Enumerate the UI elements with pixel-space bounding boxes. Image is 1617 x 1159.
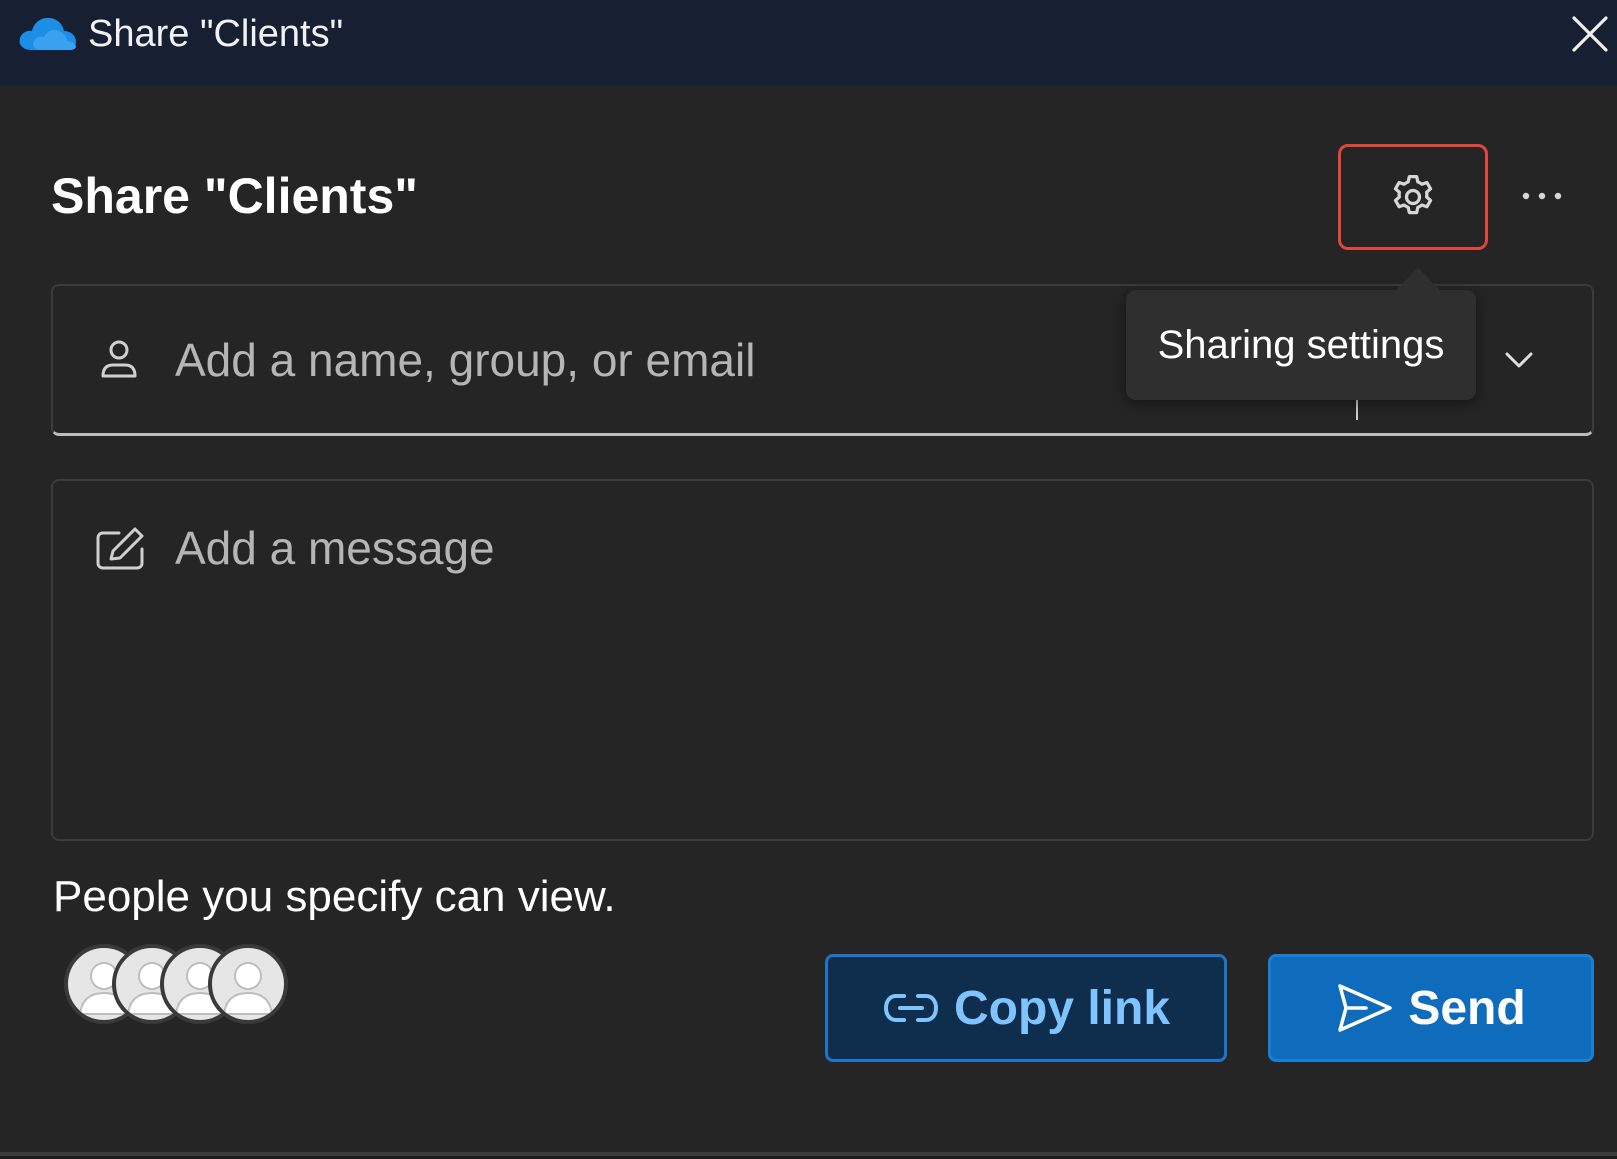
- copy-link-label: Copy link: [953, 981, 1171, 1035]
- edit-icon: [96, 527, 144, 570]
- sharing-settings-tooltip: Sharing settings: [1126, 268, 1476, 400]
- share-dialog: Share "Clients" Sharing settings: [0, 86, 1617, 1156]
- window-title: Share "Clients": [88, 13, 344, 55]
- shared-with-avatars[interactable]: [64, 944, 294, 1026]
- more-horizontal-icon: [1522, 192, 1562, 200]
- message-input[interactable]: [175, 519, 1555, 809]
- close-icon[interactable]: [1570, 14, 1610, 54]
- chevron-down-icon[interactable]: [1497, 338, 1541, 382]
- gear-icon: [1393, 175, 1433, 215]
- send-icon: [1338, 984, 1393, 1032]
- send-label: Send: [1408, 981, 1526, 1035]
- person-icon: [101, 340, 137, 378]
- link-icon: [883, 994, 938, 1022]
- more-options-button[interactable]: [1510, 166, 1574, 226]
- dialog-heading: Share "Clients": [51, 168, 418, 224]
- message-field[interactable]: [51, 479, 1594, 841]
- recipient-input[interactable]: [175, 330, 1225, 390]
- sharing-settings-button[interactable]: [1338, 144, 1488, 250]
- send-button[interactable]: Send: [1268, 954, 1594, 1062]
- onedrive-cloud-icon: [19, 17, 76, 50]
- copy-link-button[interactable]: Copy link: [825, 954, 1227, 1062]
- window-titlebar: Share "Clients": [0, 0, 1617, 86]
- person-avatar-icon: [208, 944, 288, 1024]
- permission-text[interactable]: People you specify can view.: [53, 868, 616, 926]
